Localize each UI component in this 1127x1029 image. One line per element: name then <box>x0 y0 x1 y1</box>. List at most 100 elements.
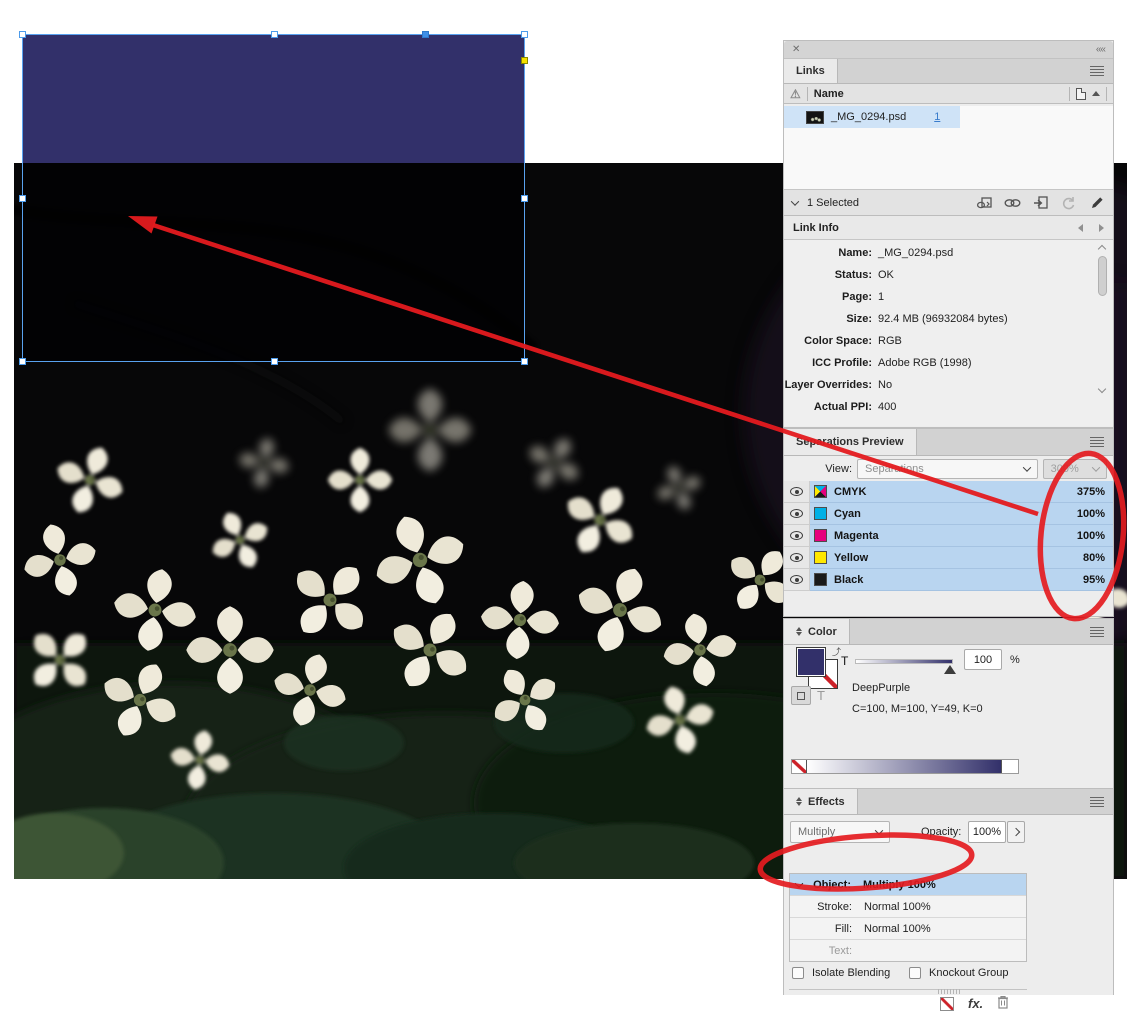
plate-row-cmyk[interactable]: CMYK 375% <box>784 481 1113 503</box>
tab-separations-preview[interactable]: Separations Preview <box>784 429 917 455</box>
visibility-eye-icon[interactable] <box>784 525 810 547</box>
fill-swatch[interactable] <box>796 647 826 677</box>
panel-menu-icon[interactable] <box>1090 437 1104 447</box>
page-column-icon[interactable] <box>1076 87 1086 100</box>
plate-coverage: 375% <box>1076 485 1105 498</box>
handle-top-solid[interactable] <box>422 31 429 38</box>
tab-links[interactable]: Links <box>784 59 838 83</box>
delete-trash-icon[interactable] <box>997 995 1009 1012</box>
yellow-swatch-icon <box>814 551 827 564</box>
visibility-eye-icon[interactable] <box>784 547 810 569</box>
panel-menu-icon[interactable] <box>1090 66 1104 76</box>
fx-button-icon[interactable]: fx. <box>968 996 983 1011</box>
name-column-label[interactable]: Name <box>814 88 844 100</box>
color-ramp[interactable] <box>791 759 1019 774</box>
white-color-cell[interactable] <box>1001 760 1018 773</box>
tint-slider-thumb[interactable] <box>944 665 956 674</box>
none-color-cell[interactable] <box>792 760 807 773</box>
swap-fill-stroke-icon[interactable]: ⤴ <box>832 645 841 658</box>
panel-collapse-icon[interactable] <box>796 797 802 806</box>
close-icon[interactable]: ✕ <box>792 44 800 55</box>
go-to-link-icon[interactable] <box>1032 195 1049 210</box>
selected-count: 1 Selected <box>807 196 859 209</box>
blend-mode-dropdown[interactable]: Multiply <box>790 821 890 843</box>
plate-row-yellow[interactable]: Yellow 80% <box>784 547 1113 569</box>
chevron-down-icon[interactable] <box>790 196 800 206</box>
ink-limit-dropdown[interactable]: 300% <box>1042 458 1107 479</box>
tint-value-input[interactable]: 100 <box>964 649 1002 670</box>
handle-top-right[interactable] <box>521 31 528 38</box>
relink-chain-icon[interactable] <box>1004 195 1021 210</box>
handle-top-center[interactable] <box>271 31 278 38</box>
formatting-affects-text-icon[interactable]: T <box>817 688 825 703</box>
handle-mid-left[interactable] <box>19 195 26 202</box>
tint-slider-track[interactable] <box>855 659 953 664</box>
opacity-stepper-button[interactable] <box>1007 821 1025 843</box>
visibility-eye-icon[interactable] <box>784 481 810 503</box>
panel-menu-icon[interactable] <box>1090 626 1104 637</box>
update-link-icon[interactable] <box>1060 195 1077 210</box>
scroll-down-icon[interactable] <box>1097 384 1107 394</box>
panel-menu-icon[interactable] <box>1090 796 1104 807</box>
handle-bottom-left[interactable] <box>19 358 26 365</box>
plate-row-magenta[interactable]: Magenta 100% <box>784 525 1113 547</box>
collapse-panel-icon[interactable]: «« <box>1096 44 1106 55</box>
relink-cc-libraries-icon[interactable] <box>976 195 993 210</box>
selection-frame[interactable] <box>19 31 528 365</box>
knockout-group-option[interactable]: Knockout Group <box>909 967 1009 979</box>
scroll-thumb[interactable] <box>1098 256 1107 296</box>
effects-row-stroke[interactable]: Stroke: Normal 100% <box>790 896 1026 918</box>
plate-coverage: 80% <box>1082 551 1105 564</box>
tab-effects[interactable]: Effects <box>784 789 858 814</box>
scroll-up-icon[interactable] <box>1097 244 1107 254</box>
info-value: OK <box>878 269 894 281</box>
clear-effects-icon[interactable] <box>940 996 954 1011</box>
edit-original-pencil-icon[interactable] <box>1088 195 1105 210</box>
info-value: _MG_0294.psd <box>878 247 954 259</box>
cmyk-breakdown: C=100, M=100, Y=49, K=0 <box>852 703 983 715</box>
separations-preview-panel: Separations Preview View: Separations 30… <box>783 428 1114 617</box>
effects-row-text[interactable]: Text: <box>790 940 1026 962</box>
separations-tabrow: Separations Preview <box>784 429 1113 456</box>
isolate-blending-option[interactable]: Isolate Blending <box>792 967 890 979</box>
cmyk-swatch-icon <box>814 485 827 498</box>
live-corner-handle[interactable] <box>521 57 528 64</box>
formatting-affects-container-button[interactable] <box>791 686 811 705</box>
view-dropdown[interactable]: Separations <box>857 458 1038 479</box>
link-info-scrollbar[interactable] <box>1096 244 1109 418</box>
visibility-eye-icon[interactable] <box>784 569 810 591</box>
chevron-down-icon[interactable] <box>794 878 804 888</box>
link-page-number[interactable]: 1 <box>934 111 940 123</box>
handle-mid-right[interactable] <box>521 195 528 202</box>
plate-coverage: 95% <box>1082 573 1105 586</box>
warning-icon: ⚠ <box>790 86 801 101</box>
knockout-group-checkbox[interactable] <box>909 967 921 979</box>
panel-collapse-icon[interactable] <box>796 627 802 636</box>
effects-row-fill[interactable]: Fill: Normal 100% <box>790 918 1026 940</box>
black-swatch-icon <box>814 573 827 586</box>
swatch-name: DeepPurple <box>852 682 911 694</box>
effects-target-label: Fill: <box>834 922 852 935</box>
panel-resize-grip[interactable] <box>937 989 960 994</box>
ink-limit-value: 300% <box>1050 462 1079 475</box>
isolate-blending-checkbox[interactable] <box>792 967 804 979</box>
tint-ramp-gradient[interactable] <box>807 760 1001 773</box>
link-row-selected[interactable]: _MG_0294.psd 1 <box>784 106 960 128</box>
tab-color[interactable]: Color <box>784 619 850 644</box>
plate-row-cyan[interactable]: Cyan 100% <box>784 503 1113 525</box>
blend-mode-value: Multiply <box>798 826 836 838</box>
link-thumbnail <box>806 110 824 124</box>
plate-row-black[interactable]: Black 95% <box>784 569 1113 591</box>
prev-link-icon[interactable] <box>1078 223 1083 232</box>
visibility-eye-icon[interactable] <box>784 503 810 525</box>
effects-row-object[interactable]: Object: Multiply 100% <box>790 874 1026 896</box>
handle-top-left[interactable] <box>19 31 26 38</box>
link-info-title: Link Info <box>793 221 839 234</box>
plate-name: Cyan <box>834 507 861 520</box>
handle-bottom-right[interactable] <box>521 358 528 365</box>
handle-bottom-center[interactable] <box>271 358 278 365</box>
info-label: Actual PPI: <box>813 401 872 413</box>
opacity-input[interactable]: 100% <box>968 821 1006 843</box>
next-link-icon[interactable] <box>1099 223 1104 232</box>
info-label: Name: <box>838 247 872 259</box>
